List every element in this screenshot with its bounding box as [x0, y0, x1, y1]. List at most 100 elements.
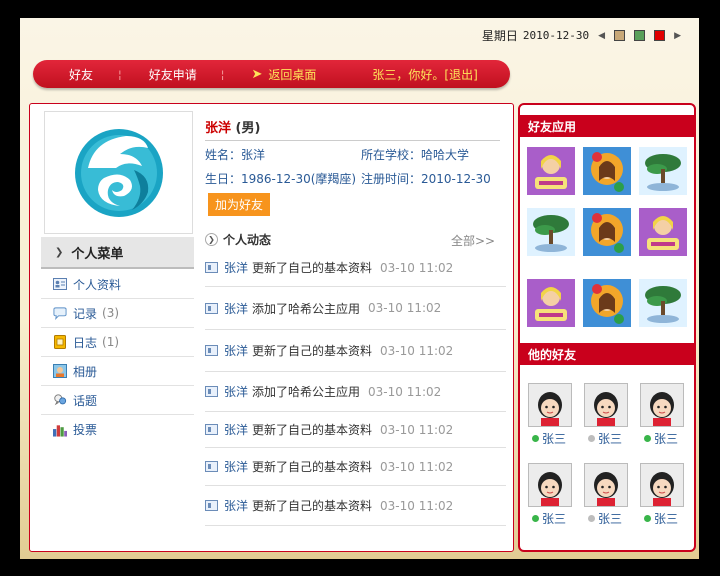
menu-item-label: 日志 — [73, 335, 98, 350]
menu-item-diary[interactable]: 日志 (1) — [41, 328, 194, 357]
top-bar: 星期日 2010-12-30 ◀ ▶ — [20, 18, 699, 54]
friend-name[interactable]: 张三 — [588, 510, 622, 527]
profile-school-field: 所在学校：哈哈大学 — [361, 148, 470, 162]
feed-action: 更新了自己的基本资料 — [252, 499, 373, 513]
profile-card-icon — [205, 386, 218, 397]
princess-game-icon[interactable] — [527, 279, 575, 327]
feed-user[interactable]: 张洋 — [224, 458, 248, 475]
feed-user[interactable]: 张洋 — [224, 421, 248, 438]
feed-user[interactable]: 张洋 — [224, 383, 248, 400]
logout-link[interactable]: [退出] — [444, 66, 477, 83]
menu-item-label: 话题 — [73, 393, 98, 408]
theme-swatch-green[interactable] — [634, 30, 646, 41]
nav-friends[interactable]: 好友 — [69, 66, 93, 83]
profile-gender: (男) — [235, 121, 261, 136]
profile-card-icon — [205, 424, 218, 435]
feed-item: 张洋 更新了自己的基本资料 03-10 11:02 — [205, 486, 506, 526]
offline-status-icon — [588, 435, 595, 442]
feed-time: 03-10 11:02 — [380, 422, 454, 437]
friend-avatar[interactable] — [640, 463, 684, 507]
feed-action: 更新了自己的基本资料 — [252, 460, 373, 474]
friend-avatar[interactable] — [640, 383, 684, 427]
date-label: 2010-12-30 — [522, 29, 590, 42]
feed-action: 添加了哈希公主应用 — [252, 385, 361, 399]
feed-all-link[interactable]: 全部>> — [451, 232, 495, 249]
theme-swatch-red[interactable] — [654, 30, 666, 41]
flower-girl-icon[interactable] — [583, 147, 631, 195]
add-friend-button[interactable]: 加为好友 — [208, 193, 270, 216]
bonsai-tree-icon[interactable] — [527, 208, 575, 256]
flower-girl-icon[interactable] — [583, 279, 631, 327]
next-arrow-icon[interactable]: ▶ — [674, 31, 681, 41]
feed-title-label: 个人动态 — [223, 233, 272, 247]
flower-girl-icon[interactable] — [583, 208, 631, 256]
greeting-text: 张三，你好。 — [372, 67, 445, 82]
bar-chart-icon — [53, 423, 67, 437]
feed-time: 03-10 11:02 — [368, 384, 442, 399]
topic-icon — [53, 393, 67, 407]
bonsai-tree-icon[interactable] — [639, 147, 687, 195]
friend-avatar[interactable] — [584, 383, 628, 427]
divider — [205, 140, 500, 141]
feed-action: 添加了哈希公主应用 — [252, 301, 361, 316]
feed-user[interactable]: 张洋 — [224, 497, 248, 514]
nav-friend-requests[interactable]: 好友申请 — [149, 66, 197, 83]
feed-action: 更新了自己的基本资料 — [252, 423, 373, 437]
menu-item-vote[interactable]: 投票 — [41, 415, 194, 444]
friend-name-label: 张三 — [542, 512, 567, 526]
friends-title: 他的好友 — [520, 343, 694, 365]
friend-name[interactable]: 张三 — [644, 510, 678, 527]
menu-item-records[interactable]: 记录 (3) — [41, 299, 194, 328]
feed-time: 03-10 11:02 — [368, 301, 442, 315]
feed-user[interactable]: 张洋 — [224, 300, 248, 317]
prev-arrow-icon[interactable]: ◀ — [598, 31, 605, 41]
friend-avatar[interactable] — [584, 463, 628, 507]
friend-name-label: 张三 — [598, 432, 623, 446]
menu-item-label: 个人资料 — [73, 277, 122, 292]
princess-game-icon[interactable] — [639, 208, 687, 256]
friend-name-label: 张三 — [654, 512, 679, 526]
menu-item-album[interactable]: 相册 — [41, 357, 194, 386]
friend-name[interactable]: 张三 — [532, 510, 566, 527]
profile-card-icon — [205, 262, 218, 273]
menu-title-label: 个人菜单 — [71, 246, 124, 262]
weekday-label: 星期日 — [481, 29, 518, 43]
online-status-icon — [532, 515, 539, 522]
feed-user[interactable]: 张洋 — [224, 259, 248, 276]
friend-avatar[interactable] — [528, 383, 572, 427]
avatar — [44, 111, 193, 234]
feed-item: 张洋 添加了哈希公主应用 03-10 11:02 — [205, 287, 506, 330]
feed-item: 张洋 更新了自己的基本资料 03-10 11:02 — [205, 412, 506, 448]
chevron-right-icon: ❯ — [205, 233, 218, 246]
app-window: 星期日 2010-12-30 ◀ ▶ 好友 ¦ 好友申请 ¦ ➤ 返回桌面 张三… — [20, 18, 699, 559]
menu-item-topics[interactable]: 话题 — [41, 386, 194, 415]
avatar-logo-icon — [74, 128, 163, 217]
online-status-icon — [532, 435, 539, 442]
princess-game-icon[interactable] — [527, 147, 575, 195]
main-panel: ❯ 个人菜单 个人资料 记录 (3) 日志 (1) 相册 话题 投票 张洋 (男… — [29, 103, 514, 552]
arrow-right-icon: ➤ — [251, 66, 263, 82]
nav-separator: ¦ — [220, 67, 225, 81]
theme-swatch-tan[interactable] — [614, 30, 626, 41]
nav-back-desktop[interactable]: 返回桌面 — [268, 66, 316, 83]
feed-item: 张洋 添加了哈希公主应用 03-10 11:02 — [205, 372, 506, 412]
menu-item-profile[interactable]: 个人资料 — [41, 270, 194, 299]
feed-action: 更新了自己的基本资料 — [252, 261, 373, 275]
profile-register-field: 注册时间：2010-12-30 — [361, 172, 491, 186]
menu-item-label: 记录 — [73, 306, 98, 321]
menu-item-label: 相册 — [73, 364, 98, 379]
profile-name-heading: 张洋 (男) — [205, 117, 260, 136]
nav-bar: 好友 ¦ 好友申请 ¦ ➤ 返回桌面 张三，你好。 [退出] — [33, 60, 510, 88]
friend-name[interactable]: 张三 — [644, 430, 678, 447]
profile-birthday-field: 生日：1986-12-30(摩羯座) — [205, 172, 357, 186]
friend-avatar[interactable] — [528, 463, 572, 507]
feed-user[interactable]: 张洋 — [224, 342, 248, 359]
feed-time: 03-10 11:02 — [380, 343, 454, 358]
bonsai-tree-icon[interactable] — [639, 279, 687, 327]
friend-name[interactable]: 张三 — [588, 430, 622, 447]
feed-time: 03-10 11:02 — [380, 260, 454, 275]
friend-name-label: 张三 — [598, 512, 623, 526]
side-panel: 好友应用 他的好友 张三 张三 张三 张三 张三 张三 — [518, 103, 696, 552]
profile-name[interactable]: 张洋 — [205, 121, 231, 136]
friend-name[interactable]: 张三 — [532, 430, 566, 447]
